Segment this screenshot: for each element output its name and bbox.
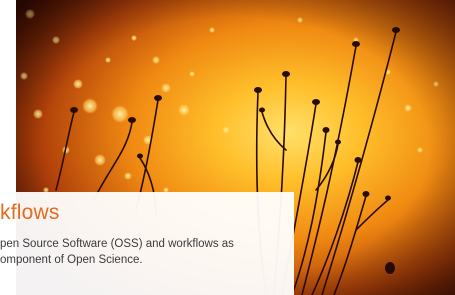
caption-body: pen Source Software (OSS) and workflows … [0,236,290,268]
page: kflows pen Source Software (OSS) and wor… [0,0,455,295]
caption-body-line-1: pen Source Software (OSS) and workflows … [0,238,234,250]
caption-card: kflows pen Source Software (OSS) and wor… [0,192,294,295]
caption-body-line-2: omponent of Open Science. [0,254,143,266]
caption-title: kflows [0,201,60,224]
